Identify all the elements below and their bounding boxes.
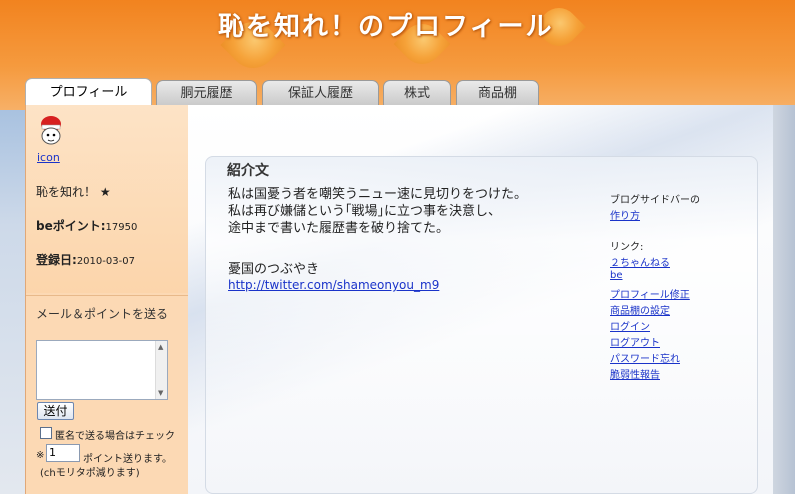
be-points-label: beポイント: (36, 219, 106, 233)
scroll-up-icon[interactable]: ▲ (158, 343, 163, 351)
sidebar-divider (26, 295, 188, 296)
be-points-value: 17950 (105, 222, 138, 233)
tab-profile[interactable]: プロフィール (25, 78, 152, 107)
tweets-title: 憂国のつぶやき (228, 262, 320, 277)
tab-stocks[interactable]: 株式 (383, 80, 451, 106)
user-name: 恥を知れ！ ★ (36, 185, 111, 199)
tab-bookmaker-history[interactable]: 胴元履歴 (156, 80, 257, 106)
scroll-down-icon[interactable]: ▼ (158, 389, 163, 397)
twitter-link[interactable]: http://twitter.com/shameonyou_m9 (228, 278, 439, 292)
mail-section-title: メール＆ポイントを送る (36, 307, 169, 321)
links-label: リンク: (610, 242, 644, 253)
intro-line: 私は再び嫌儲という｢戦場｣に立つ事を決意し、 (228, 204, 502, 219)
intro-line: 私は国憂う者を嘲笑うニュー速に見切りをつけた。 (228, 187, 528, 202)
intro-line: 途中まで書いた履歴書を破り捨てた。 (228, 221, 450, 236)
link-forgot-password[interactable]: パスワード忘れ (610, 354, 680, 365)
intro-title: 紹介文 (227, 163, 269, 179)
link-be[interactable]: be (610, 270, 623, 281)
points-note: (chモリタポ減ります) (40, 468, 140, 479)
registered-label: 登録日: (36, 253, 77, 267)
link-shelf-settings[interactable]: 商品棚の設定 (610, 306, 670, 317)
anonymous-checkbox[interactable] (40, 427, 52, 439)
registered-value: 2010-03-07 (76, 256, 135, 267)
avatar[interactable] (39, 115, 63, 147)
link-logout[interactable]: ログアウト (610, 338, 660, 349)
anonymous-label: 匿名で送る場合はチェック (55, 431, 175, 442)
link-edit-profile[interactable]: プロフィール修正 (610, 290, 690, 301)
tab-guarantor-history[interactable]: 保証人履歴 (262, 80, 379, 106)
points-input[interactable]: 1 (46, 444, 80, 462)
textarea-scrollbar[interactable]: ▲ ▼ (155, 341, 167, 399)
points-prefix: ※ (36, 450, 45, 461)
tab-shelf[interactable]: 商品棚 (456, 80, 539, 106)
blog-sidebar-label: ブログサイドバーの (610, 195, 700, 206)
points-label: ポイント送ります。 (83, 454, 172, 465)
link-login[interactable]: ログイン (610, 322, 650, 333)
profile-sidebar: icon 恥を知れ！ ★ beポイント:17950 登録日:2010-03-07… (25, 105, 188, 494)
link-vulnerability-report[interactable]: 脆弱性報告 (610, 370, 660, 381)
blog-howto-link[interactable]: 作り方 (610, 211, 640, 222)
send-button[interactable]: 送付 (37, 402, 74, 420)
page-title: 恥を知れ！のプロフィール (218, 12, 554, 42)
icon-link[interactable]: icon (37, 151, 60, 164)
registered-date: 登録日:2010-03-07 (36, 251, 135, 268)
right-edge (773, 105, 795, 494)
message-textarea[interactable]: ▲ ▼ (36, 340, 168, 400)
link-2ch[interactable]: ２ちゃんねる (610, 258, 670, 269)
be-points: beポイント:17950 (36, 217, 137, 234)
intro-text: 私は国憂う者を嘲笑うニュー速に見切りをつけた。 私は再び嫌儲という｢戦場｣に立つ… (228, 186, 527, 237)
